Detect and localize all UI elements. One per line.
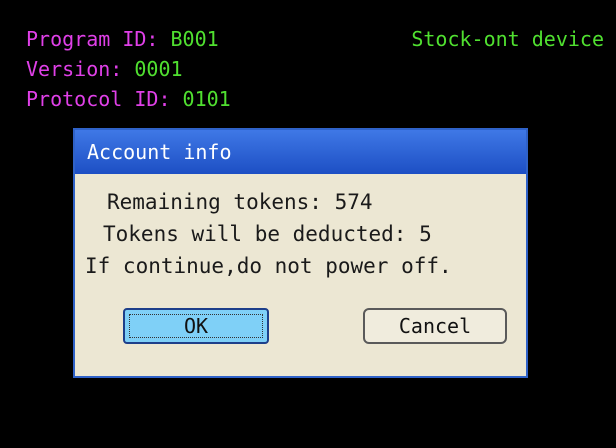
dialog-title: Account info [75,130,526,174]
protocol-id-value: 0101 [182,87,231,111]
protocol-id-label: Protocol ID: [26,87,171,111]
cancel-button[interactable]: Cancel [363,308,507,344]
cancel-button-label: Cancel [398,314,472,338]
protocol-id-line: Protocol ID: 0101 [26,86,231,112]
device-name: Stock-ont device [411,27,604,51]
focus-ring [129,314,263,338]
tokens-deducted-text: Tokens will be deducted: 5 [103,222,432,246]
program-id-label: Program ID: [26,27,159,51]
ok-button[interactable]: OK [123,308,269,344]
power-warning-text: If continue,do not power off. [85,254,452,278]
version-line: Version: 0001 [26,56,183,82]
program-id-line: Program ID: B001 [26,26,219,52]
version-value: 0001 [134,57,183,81]
remaining-tokens-text: Remaining tokens: 574 [107,190,373,214]
version-label: Version: [26,57,123,81]
program-id-value: B001 [170,27,219,51]
account-info-dialog: Account info Remaining tokens: 574 Token… [73,128,528,378]
